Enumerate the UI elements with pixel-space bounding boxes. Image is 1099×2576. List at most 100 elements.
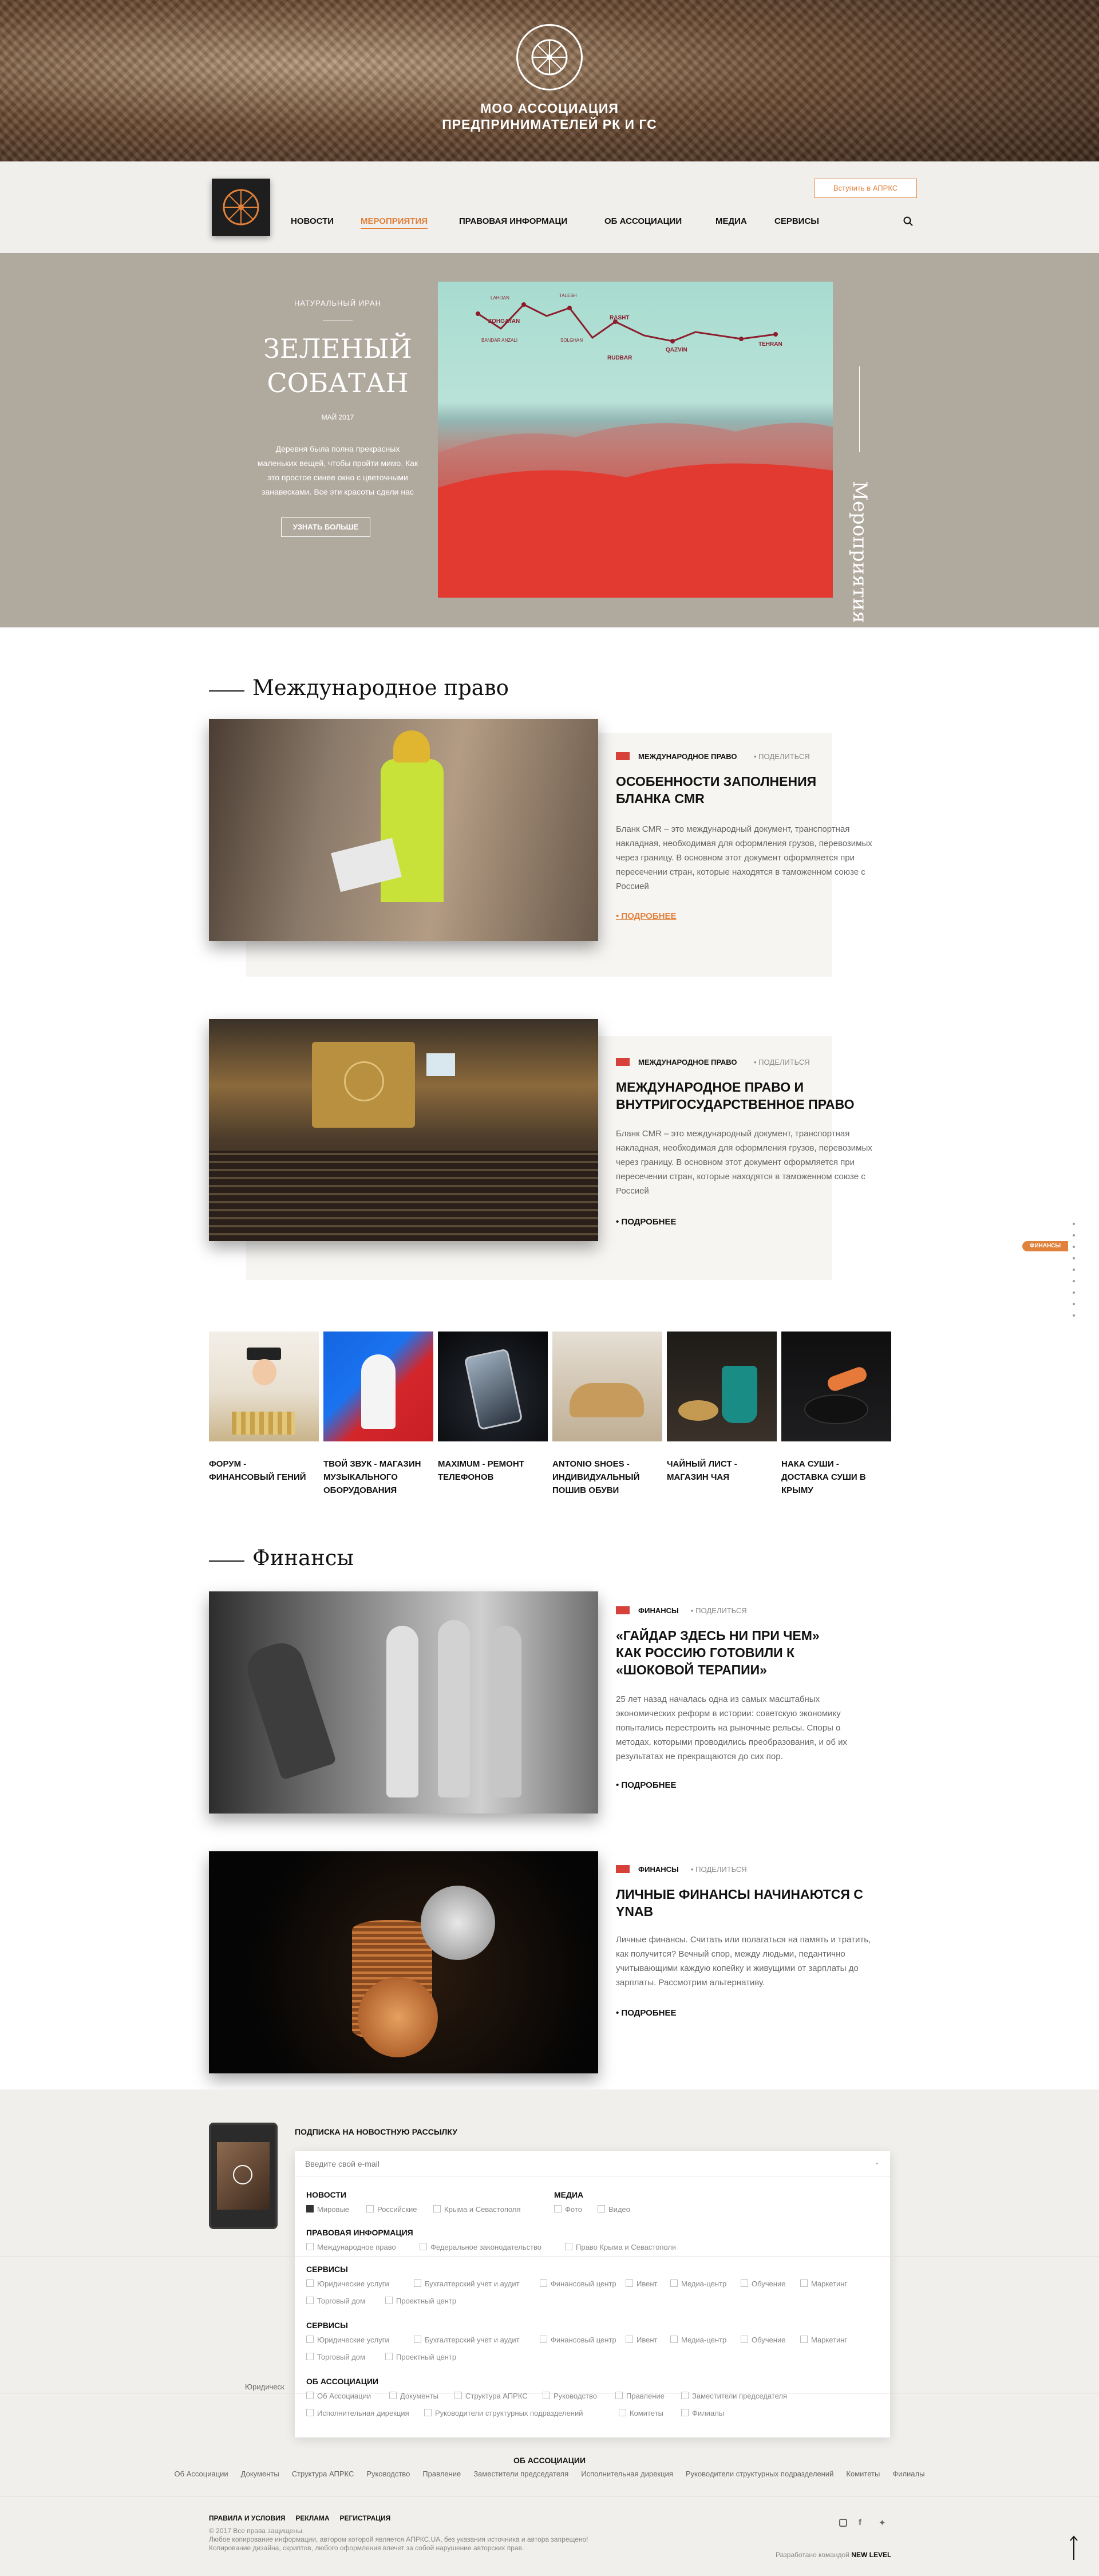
side-dot[interactable] bbox=[1073, 1223, 1075, 1225]
service-label-line[interactable]: ФИНАНСОВЫЙ ГЕНИЙ bbox=[209, 1471, 319, 1484]
side-dot[interactable] bbox=[1073, 1303, 1075, 1305]
footer-partial-label[interactable]: Юридическ bbox=[245, 2383, 284, 2391]
read-more-label[interactable]: ПОДРОБНЕЕ bbox=[621, 911, 676, 921]
service-image-shoes[interactable] bbox=[552, 1332, 662, 1441]
service-label-line[interactable]: КРЫМУ bbox=[781, 1484, 891, 1497]
article-title-line[interactable]: «ГАЙДАР ЗДЕСЬ НИ ПРИ ЧЕМ» bbox=[616, 1627, 820, 1644]
join-association-button[interactable]: Вступить в АПРКС bbox=[814, 179, 917, 198]
checkbox-service[interactable]: Маркетинг bbox=[800, 2336, 847, 2344]
service-label-line[interactable]: НАКА СУШИ - bbox=[781, 1457, 891, 1471]
service-image-sound[interactable] bbox=[323, 1332, 433, 1441]
checkbox-media-photo[interactable]: Фото bbox=[554, 2205, 582, 2214]
checkbox-service[interactable]: Юридические услуги bbox=[306, 2336, 389, 2344]
service-label-line[interactable]: ФОРУМ - bbox=[209, 1457, 319, 1471]
service-label-line[interactable]: ANTONIO SHOES - bbox=[552, 1457, 662, 1471]
nav-about[interactable]: ОБ АССОЦИАЦИИ bbox=[604, 216, 682, 226]
share-label[interactable]: ПОДЕЛИТЬСЯ bbox=[758, 1058, 809, 1066]
checkbox-news-russian[interactable]: Российские bbox=[366, 2205, 417, 2214]
checkbox-legal-international[interactable]: Международное право bbox=[306, 2243, 396, 2251]
checkbox-service[interactable]: Бухгалтерский учет и аудит bbox=[414, 2336, 520, 2344]
checkbox-service[interactable]: Проектный центр bbox=[385, 2297, 456, 2305]
article-title-line[interactable]: ОСОБЕННОСТИ ЗАПОЛНЕНИЯ bbox=[616, 773, 816, 790]
read-more-label[interactable]: ПОДРОБНЕЕ bbox=[621, 1217, 676, 1227]
side-dot[interactable] bbox=[1073, 1257, 1075, 1259]
checkbox-service[interactable]: Маркетинг bbox=[800, 2279, 847, 2288]
article-category[interactable]: МЕЖДУНАРОДНОЕ ПРАВО bbox=[638, 1058, 737, 1066]
side-dot[interactable] bbox=[1073, 1291, 1075, 1294]
article-category[interactable]: ФИНАНСЫ bbox=[638, 1606, 679, 1615]
checkbox-service[interactable]: Юридические услуги bbox=[306, 2279, 389, 2288]
checkbox-news-world[interactable]: Мировые bbox=[306, 2205, 349, 2214]
facebook-icon[interactable]: f bbox=[859, 2518, 861, 2527]
learn-more-button[interactable]: УЗНАТЬ БОЛЬШЕ bbox=[281, 517, 370, 537]
checkbox-service[interactable]: Финансовый центр bbox=[540, 2336, 616, 2344]
article-title[interactable]: ОСОБЕННОСТИ ЗАПОЛНЕНИЯ БЛАНКА CMR bbox=[616, 773, 816, 807]
checkbox-about[interactable]: Филиалы bbox=[681, 2409, 724, 2417]
nav-services[interactable]: СЕРВИСЫ bbox=[774, 216, 819, 226]
service-label-line[interactable]: MAXIMUM - РЕМОНТ bbox=[438, 1457, 548, 1471]
chevron-down-icon[interactable]: ⌄ bbox=[874, 2158, 880, 2166]
share-link[interactable]: • ПОДЕЛИТЬСЯ bbox=[691, 1606, 747, 1615]
checkbox-service[interactable]: Ивент bbox=[626, 2279, 657, 2288]
service-label-line[interactable]: ТВОЙ ЗВУК - МАГАЗИН bbox=[323, 1457, 433, 1471]
share-link[interactable]: • ПОДЕЛИТЬСЯ bbox=[754, 1058, 810, 1066]
article-image-warehouse[interactable] bbox=[209, 719, 598, 941]
article-title-line[interactable]: ВНУТРИГОСУДАРСТВЕННОЕ ПРАВО bbox=[616, 1096, 855, 1113]
article-image-coins[interactable] bbox=[209, 1851, 598, 2073]
checkbox-service[interactable]: Медиа-центр bbox=[670, 2336, 726, 2344]
read-more-link[interactable]: • ПОДРОБНЕЕ bbox=[616, 1217, 676, 1227]
share-link[interactable]: • ПОДЕЛИТЬСЯ bbox=[754, 752, 810, 761]
checkbox-service[interactable]: Медиа-центр bbox=[670, 2279, 726, 2288]
service-image-phones[interactable] bbox=[438, 1332, 548, 1441]
checkbox-about[interactable]: Исполнительная дирекция bbox=[306, 2409, 409, 2417]
checkbox-service[interactable]: Ивент bbox=[626, 2336, 657, 2344]
service-label-line[interactable]: ОБОРУДОВАНИЯ bbox=[323, 1484, 433, 1497]
footer-link[interactable]: Структура АПРКС bbox=[292, 2470, 354, 2478]
service-label-sound[interactable]: ТВОЙ ЗВУК - МАГАЗИН МУЗЫКАЛЬНОГО ОБОРУДО… bbox=[323, 1457, 433, 1497]
service-label-line[interactable]: ДОСТАВКА СУШИ В bbox=[781, 1471, 891, 1484]
article-title-line[interactable]: КАК РОССИЮ ГОТОВИЛИ К bbox=[616, 1644, 820, 1661]
email-input[interactable] bbox=[305, 2157, 855, 2171]
side-dot[interactable] bbox=[1073, 1314, 1075, 1317]
side-dot[interactable] bbox=[1073, 1269, 1075, 1271]
twitter-icon[interactable]: ✦ bbox=[879, 2518, 886, 2528]
checkbox-service[interactable]: Финансовый центр bbox=[540, 2279, 616, 2288]
search-icon[interactable] bbox=[903, 216, 914, 230]
service-label-forum[interactable]: ФОРУМ - ФИНАНСОВЫЙ ГЕНИЙ bbox=[209, 1457, 319, 1484]
wheel-emblem-icon[interactable] bbox=[516, 24, 583, 90]
service-label-sushi[interactable]: НАКА СУШИ - ДОСТАВКА СУШИ В КРЫМУ bbox=[781, 1457, 891, 1497]
footer-terms-link[interactable]: ПРАВИЛА И УСЛОВИЯ bbox=[209, 2514, 285, 2522]
checkbox-about[interactable]: Руководители структурных подразделений bbox=[424, 2409, 583, 2417]
service-label-phones[interactable]: MAXIMUM - РЕМОНТ ТЕЛЕФОНОВ bbox=[438, 1457, 548, 1484]
nav-legal-info[interactable]: ПРАВОВАЯ ИНФОРМАЦИ bbox=[459, 216, 567, 226]
nav-media[interactable]: МЕДИА bbox=[715, 216, 747, 226]
nav-events[interactable]: МЕРОПРИЯТИЯ bbox=[361, 216, 428, 229]
read-more-link[interactable]: • ПОДРОБНЕЕ bbox=[616, 2008, 676, 2018]
service-label-line[interactable]: МАГАЗИН ЧАЯ bbox=[667, 1471, 777, 1484]
share-label[interactable]: ПОДЕЛИТЬСЯ bbox=[695, 1865, 746, 1874]
footer-ads-link[interactable]: РЕКЛАМА bbox=[295, 2514, 329, 2522]
arrow-up-icon[interactable] bbox=[1069, 2535, 1078, 2563]
checkbox-service[interactable]: Обучение bbox=[741, 2336, 785, 2344]
email-field[interactable]: ⌄ bbox=[295, 2151, 890, 2176]
service-label-line[interactable]: ТЕЛЕФОНОВ bbox=[438, 1471, 548, 1484]
read-more-label[interactable]: ПОДРОБНЕЕ bbox=[621, 2008, 676, 2018]
service-label-line[interactable]: ПОШИВ ОБУВИ bbox=[552, 1484, 662, 1497]
site-logo[interactable] bbox=[212, 179, 270, 236]
checkbox-service[interactable]: Торговый дом bbox=[306, 2297, 365, 2305]
checkbox-about[interactable]: Комитеты bbox=[619, 2409, 663, 2417]
share-label[interactable]: ПОДЕЛИТЬСЯ bbox=[758, 752, 809, 761]
footer-link[interactable]: Руководство bbox=[366, 2470, 410, 2478]
footer-link[interactable]: Руководители структурных подразделений bbox=[686, 2470, 834, 2478]
checkbox-service[interactable]: Проектный центр bbox=[385, 2353, 456, 2361]
side-dot[interactable] bbox=[1073, 1246, 1075, 1248]
footer-link[interactable]: Правление bbox=[422, 2470, 461, 2478]
checkbox-news-crimea[interactable]: Крыма и Севастополя bbox=[433, 2205, 521, 2214]
footer-link[interactable]: Заместители председателя bbox=[473, 2470, 568, 2478]
instagram-icon[interactable] bbox=[839, 2519, 847, 2527]
read-more-link[interactable]: • ПОДРОБНЕЕ bbox=[616, 911, 676, 921]
read-more-link[interactable]: • ПОДРОБНЕЕ bbox=[616, 1780, 676, 1790]
article-title[interactable]: МЕЖДУНАРОДНОЕ ПРАВО И ВНУТРИГОСУДАРСТВЕН… bbox=[616, 1078, 855, 1113]
service-image-sushi[interactable] bbox=[781, 1332, 891, 1441]
article-title-line[interactable]: ЛИЧНЫЕ ФИНАНСЫ НАЧИНАЮТСЯ С bbox=[616, 1886, 863, 1903]
